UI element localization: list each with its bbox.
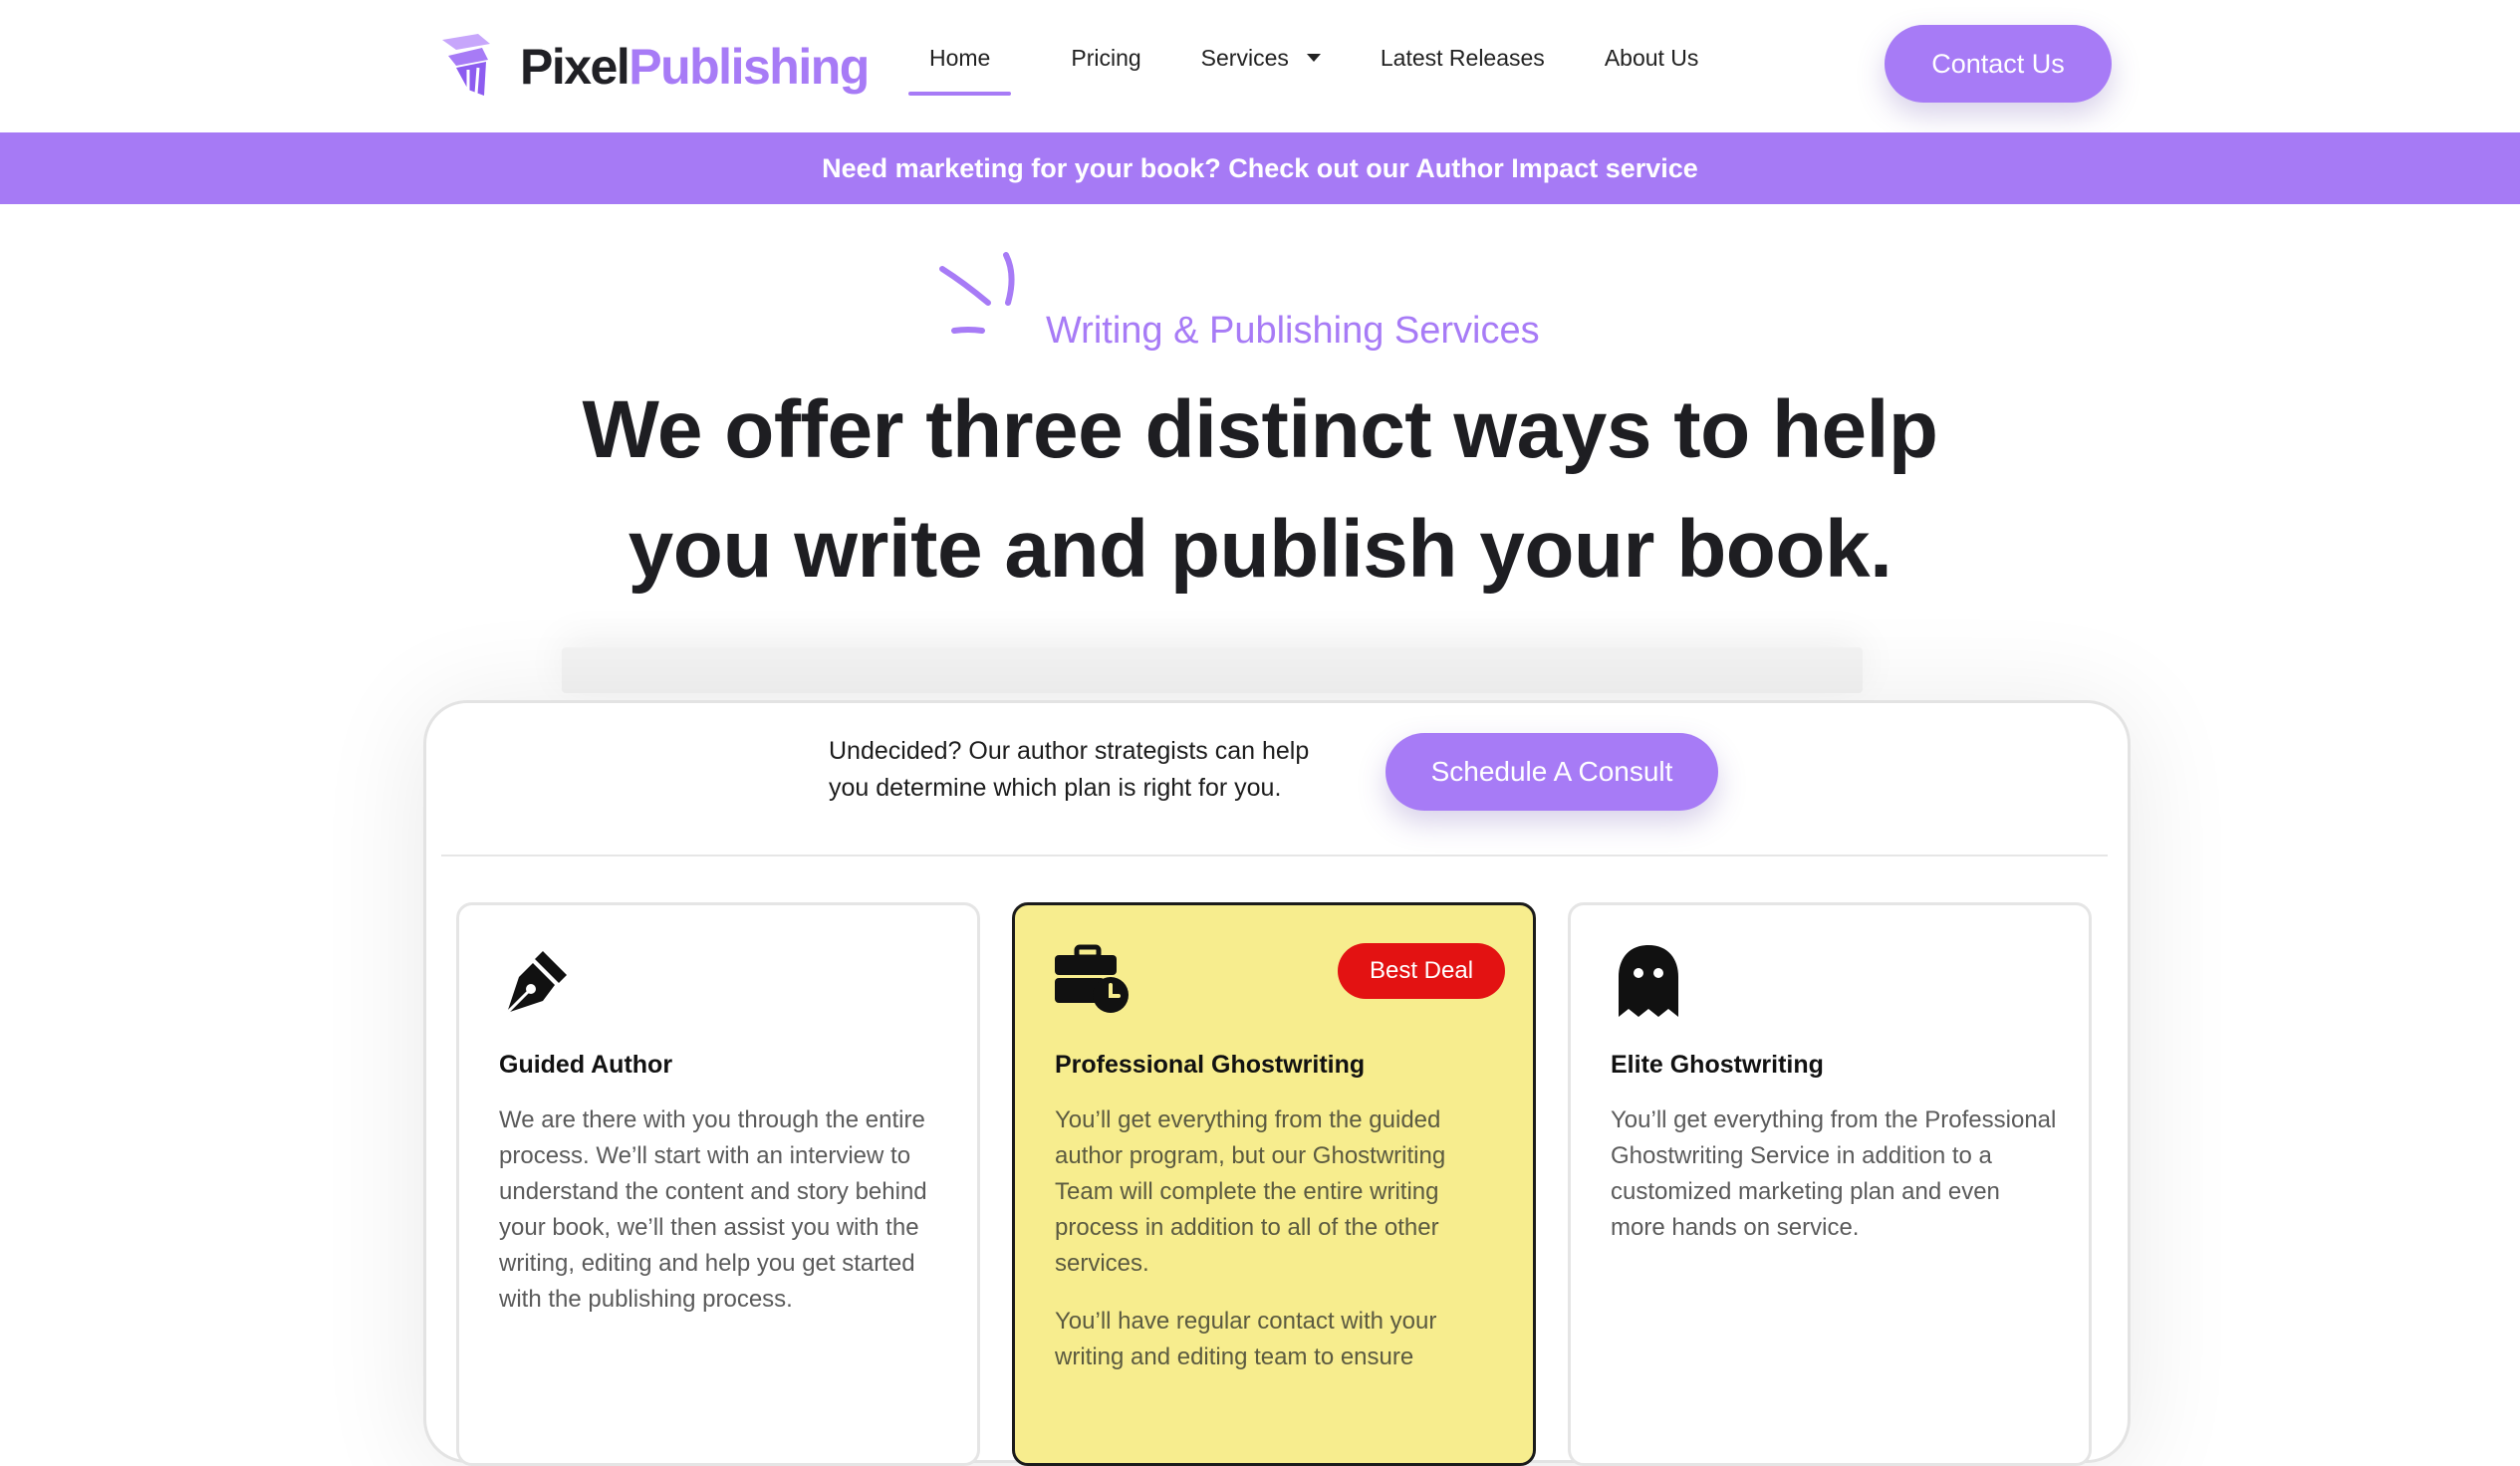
plan-card-elite-ghostwriting[interactable]: Elite Ghostwriting You’ll get everything… [1568,902,2092,1466]
best-deal-badge: Best Deal [1338,943,1505,999]
ghost-icon [1619,945,1678,1017]
promo-banner-text[interactable]: Need marketing for your book? Check out … [822,153,1698,184]
plan-card-guided-author[interactable]: Guided Author We are there with you thro… [456,902,980,1466]
schedule-consult-button[interactable]: Schedule A Consult [1386,733,1718,811]
plan-description-paragraph: You’ll get everything from the guided au… [1055,1106,1446,1277]
plan-title: Elite Ghostwriting [1611,1051,1824,1079]
brand-name: PixelPublishing [520,39,870,95]
promo-banner[interactable]: Need marketing for your book? Check out … [0,132,2520,204]
nav-about-us-label: About Us [1604,44,1699,71]
plan-description-paragraph: You’ll get everything from the Professio… [1611,1106,2057,1241]
brand-name-part2: Publishing [629,39,870,95]
contact-us-button[interactable]: Contact Us [1885,25,2112,103]
briefcase-clock-icon [1055,944,1129,1013]
plan-description-paragraph: You’ll have regular contact with your wr… [1055,1308,1437,1370]
nav-latest-releases[interactable]: Latest Releases [1381,22,1545,94]
nav-latest-releases-label: Latest Releases [1380,44,1545,71]
nav-home-label: Home [929,44,991,71]
hero-headline-line2: you write and publish your book. [628,504,1892,595]
plan-description: You’ll get everything from the Professio… [1611,1102,2059,1268]
plan-description-paragraph: We are there with you through the entire… [499,1106,927,1313]
sparkle-lines-icon [939,252,1015,334]
hero-eyebrow: Writing & Publishing Services [1046,310,1540,352]
nav-home[interactable]: Home [908,22,1012,96]
nav-pricing-label: Pricing [1071,44,1141,71]
decorative-shadow-bar [562,647,1863,693]
hero-headline-line1: We offer three distinct ways to help [582,384,1938,475]
consult-text-line2: you determine which plan is right for yo… [829,774,1282,802]
hero-headline: We offer three distinct ways to help you… [398,370,2122,610]
consult-text: Undecided? Our author strategists can he… [829,733,1367,807]
panel-divider [441,855,2108,856]
pen-nib-icon [505,951,567,1015]
plan-title: Professional Ghostwriting [1055,1051,1366,1079]
brand-name-part1: Pixel [520,39,630,95]
plan-description: You’ll get everything from the guided au… [1055,1102,1503,1397]
nav-services[interactable]: Services [1201,22,1321,94]
plan-description: We are there with you through the entire… [499,1102,947,1340]
brand-logo[interactable]: PixelPublishing [438,22,870,112]
nav-about-us[interactable]: About Us [1605,22,1699,94]
site-header: PixelPublishing Home Pricing Services La… [0,0,2520,132]
plan-card-professional-ghostwriting[interactable]: Best Deal Professional Ghostwriting You’… [1012,902,1536,1466]
consult-text-line1: Undecided? Our author strategists can he… [829,737,1310,765]
main-nav: Home Pricing Services Latest Releases Ab… [908,22,1699,96]
nav-pricing[interactable]: Pricing [1071,22,1140,94]
caret-down-icon[interactable] [1306,54,1321,62]
nav-services-label: Services [1200,44,1289,71]
folded-pages-logo-icon [442,34,490,96]
plan-title: Guided Author [499,1051,673,1079]
